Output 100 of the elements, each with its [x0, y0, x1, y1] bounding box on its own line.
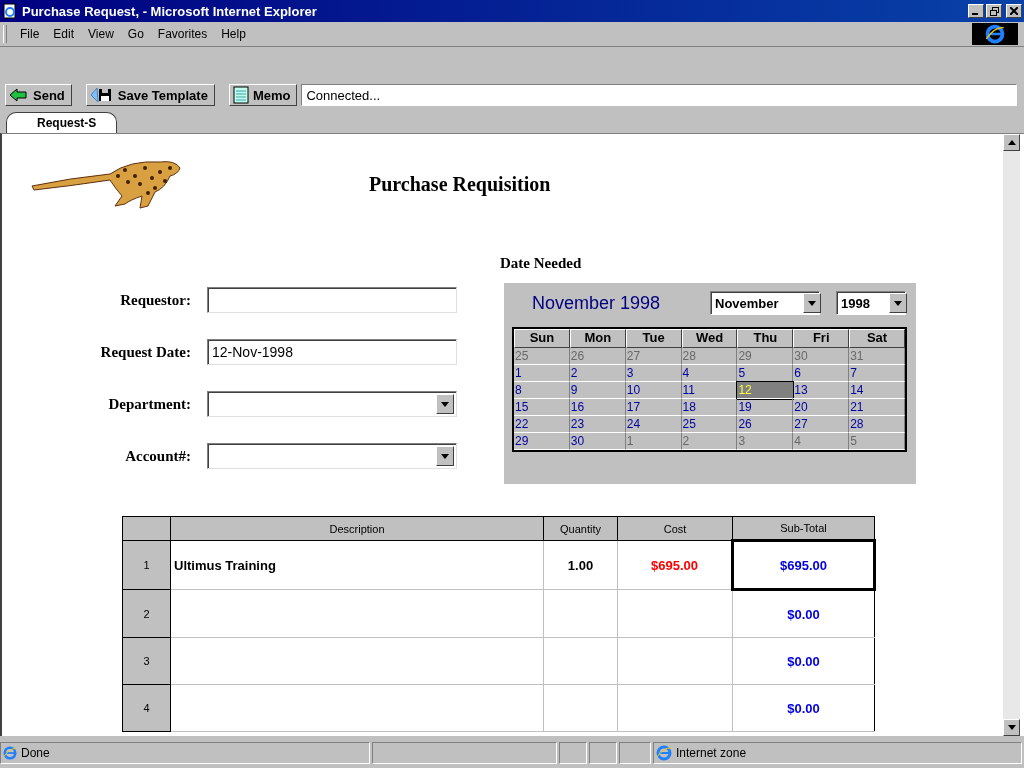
- calendar-day[interactable]: 1: [514, 365, 570, 382]
- dropdown-field[interactable]: [207, 391, 457, 417]
- calendar-day[interactable]: 25: [681, 416, 738, 433]
- browser-logo-icon: [985, 24, 1005, 44]
- weekday-header: Tue: [625, 329, 682, 348]
- table-cell[interactable]: $695.00: [732, 540, 875, 590]
- calendar-day[interactable]: 15: [514, 399, 570, 416]
- calendar-day[interactable]: 18: [681, 399, 738, 416]
- year-select[interactable]: 1998: [836, 291, 906, 315]
- field-label: Request Date:: [99, 343, 191, 361]
- calendar-day[interactable]: 29: [514, 433, 570, 450]
- menu-item[interactable]: File: [13, 25, 47, 43]
- menu-item[interactable]: View: [81, 25, 121, 43]
- calendar-day[interactable]: 30: [569, 433, 626, 450]
- down-arrow-icon: [1007, 725, 1016, 730]
- calendar-day[interactable]: 2: [569, 365, 626, 382]
- calendar-day[interactable]: 22: [514, 416, 570, 433]
- weekday-header: Sun: [514, 329, 570, 348]
- status-panel: [589, 741, 617, 764]
- dropdown-arrow-button[interactable]: [889, 293, 907, 313]
- column-header: Quantity: [543, 516, 618, 541]
- caret-icon: [441, 401, 449, 407]
- table-cell[interactable]: [543, 684, 618, 732]
- notepad-icon: [232, 86, 249, 104]
- table-cell[interactable]: [170, 684, 544, 732]
- field-label: Account#:: [124, 447, 191, 465]
- zone-text: Internet zone: [676, 745, 747, 760]
- calendar-day[interactable]: 17: [625, 399, 682, 416]
- calendar-day[interactable]: 21: [849, 399, 905, 416]
- menu-item[interactable]: Help: [214, 25, 253, 43]
- calendar-day[interactable]: 19: [737, 399, 794, 416]
- page-icon: [3, 745, 17, 760]
- status-panel: [559, 741, 587, 764]
- text-field[interactable]: [207, 287, 457, 313]
- table-cell[interactable]: 1.00: [543, 540, 618, 590]
- calendar-day[interactable]: 3: [625, 365, 682, 382]
- calendar-day[interactable]: 27: [793, 416, 850, 433]
- table-cell[interactable]: [170, 637, 544, 685]
- table-cell[interactable]: $0.00: [732, 637, 875, 685]
- row-number: 2: [122, 589, 171, 638]
- calendar-day[interactable]: 24: [625, 416, 682, 433]
- calendar-day[interactable]: 8: [514, 382, 570, 399]
- restore-button[interactable]: [986, 4, 1002, 18]
- calendar-day[interactable]: 12: [737, 382, 794, 399]
- calendar-day[interactable]: 6: [793, 365, 850, 382]
- column-header: Sub-Total: [732, 516, 875, 541]
- table-cell[interactable]: [543, 589, 618, 638]
- date-needed-label: Date Needed: [500, 255, 583, 273]
- table-cell[interactable]: [543, 637, 618, 685]
- table-cell[interactable]: $0.00: [732, 684, 875, 732]
- field-label: Requestor:: [119, 291, 191, 309]
- table-cell[interactable]: [617, 637, 733, 685]
- text-field[interactable]: 12-Nov-1998: [207, 339, 457, 365]
- dropdown-arrow-button[interactable]: [803, 293, 821, 313]
- close-button[interactable]: [1006, 4, 1022, 18]
- column-header: Cost: [617, 516, 733, 541]
- menu-item[interactable]: Edit: [46, 25, 82, 43]
- table-cell[interactable]: [617, 589, 733, 638]
- connection-status-field: Connected...: [301, 84, 1017, 106]
- dropdown-field[interactable]: [207, 443, 457, 469]
- calendar-day[interactable]: 10: [625, 382, 682, 399]
- field-label: Department:: [107, 395, 191, 413]
- scroll-down-button[interactable]: [1003, 719, 1020, 736]
- dropdown-arrow-button[interactable]: [436, 446, 454, 466]
- table-cell[interactable]: Ultimus Training: [170, 540, 544, 590]
- calendar-day[interactable]: 13: [793, 382, 850, 399]
- calendar-day[interactable]: 9: [569, 382, 626, 399]
- toolbar-button[interactable]: Save Template: [85, 84, 215, 106]
- dropdown-arrow-button[interactable]: [436, 394, 454, 414]
- restore-icon: [989, 6, 999, 16]
- up-arrow-icon: [1007, 140, 1016, 145]
- column-header: Description: [170, 516, 544, 541]
- calendar-day[interactable]: 23: [569, 416, 626, 433]
- minimize-button[interactable]: [968, 4, 984, 18]
- caret-icon: [441, 453, 449, 459]
- table-cell[interactable]: $0.00: [732, 589, 875, 638]
- calendar-day[interactable]: 28: [849, 416, 905, 433]
- calendar-day[interactable]: 14: [849, 382, 905, 399]
- table-cell[interactable]: [617, 684, 733, 732]
- tab[interactable]: Request-S: [6, 112, 118, 133]
- table-cell[interactable]: [170, 589, 544, 638]
- calendar-day[interactable]: 26: [737, 416, 794, 433]
- caret-icon: [894, 300, 902, 306]
- toolbar-button[interactable]: Memo: [228, 84, 298, 106]
- close-icon: [1010, 7, 1018, 15]
- toolbar-button[interactable]: Send: [5, 84, 72, 106]
- calendar-day[interactable]: 16: [569, 399, 626, 416]
- row-number: 1: [122, 540, 171, 590]
- weekday-header: Sat: [849, 329, 905, 348]
- calendar-day[interactable]: 4: [681, 365, 738, 382]
- scrollbar[interactable]: [1003, 134, 1020, 736]
- calendar-day[interactable]: 20: [793, 399, 850, 416]
- row-number: 3: [122, 637, 171, 685]
- month-select[interactable]: November: [710, 291, 820, 315]
- menu-item[interactable]: Favorites: [150, 25, 215, 43]
- window-title: Purchase Request, - Microsoft Internet Explorer: [22, 3, 318, 19]
- scroll-up-button[interactable]: [1003, 134, 1020, 151]
- calendar-day[interactable]: 7: [849, 365, 905, 382]
- menu-item[interactable]: Go: [120, 25, 151, 43]
- floppy-disk-icon: [89, 87, 114, 103]
